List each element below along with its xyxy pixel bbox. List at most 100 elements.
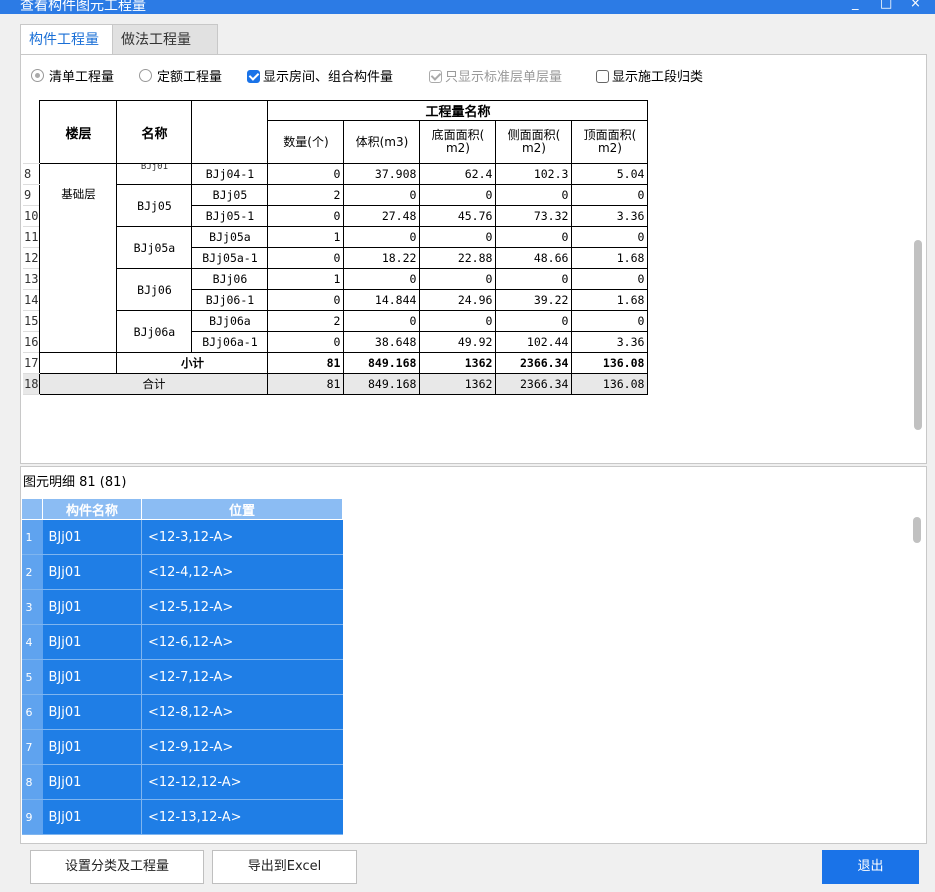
detail-cell-name[interactable]: BJj01 [42, 624, 142, 660]
detail-cell-position[interactable]: <12-7,12-A> [141, 659, 343, 695]
cell-name-partial[interactable]: BJj01 [116, 163, 193, 185]
table-row[interactable]: 8 基础层 BJj01 BJj04-1 0 37.908 62.4 102.3 … [23, 163, 649, 353]
cell-volume[interactable]: 14.844 [343, 289, 421, 311]
detail-cell-position[interactable]: <12-8,12-A> [141, 694, 343, 730]
cell-sub[interactable]: BJj06a [191, 310, 269, 332]
table-row[interactable]: 15 BJj06a BJj06a 2 0 0 0 0 [23, 310, 649, 353]
subtotal-volume[interactable]: 849.168 [343, 352, 421, 374]
cell-side-area[interactable]: 102.3 [495, 163, 573, 185]
cell-top-area[interactable]: 1.68 [571, 289, 649, 311]
cell-bottom-area[interactable]: 0 [419, 184, 497, 206]
cell-name[interactable]: BJj05 [116, 184, 193, 227]
cell-sub[interactable]: BJj05a-1 [191, 247, 269, 269]
cell-name[interactable]: BJj05a [116, 226, 193, 269]
detail-row[interactable]: 9 BJj01 <12-13,12-A> [21, 799, 343, 835]
table-row[interactable]: 11 BJj05a BJj05a 1 0 0 0 0 [23, 226, 649, 269]
cell-side-area[interactable]: 0 [495, 184, 573, 206]
cell-volume[interactable]: 0 [343, 184, 421, 206]
detail-row[interactable]: 2 BJj01 <12-4,12-A> [21, 554, 343, 590]
cell-count[interactable]: 0 [267, 331, 345, 353]
cell-name[interactable]: BJj06a [116, 310, 193, 353]
cell-count[interactable]: 1 [267, 268, 345, 290]
cell-side-area[interactable]: 39.22 [495, 289, 573, 311]
export-excel-button[interactable]: 导出到Excel [212, 850, 357, 884]
cell-count[interactable]: 0 [267, 205, 345, 227]
cell-top-area[interactable]: 1.68 [571, 247, 649, 269]
cell-bottom-area[interactable]: 49.92 [419, 331, 497, 353]
detail-cell-position[interactable]: <12-5,12-A> [141, 589, 343, 625]
cell-top-area[interactable]: 5.04 [571, 163, 649, 185]
cell-count[interactable]: 2 [267, 310, 345, 332]
table-row[interactable]: 13 BJj06 BJj06 1 0 0 0 0 [23, 268, 649, 311]
radio-indicator[interactable] [31, 69, 44, 82]
cell-side-area[interactable]: 0 [495, 310, 573, 332]
cell-volume[interactable]: 27.48 [343, 205, 421, 227]
detail-cell-position[interactable]: <12-3,12-A> [141, 519, 343, 555]
detail-cell-position[interactable]: <12-12,12-A> [141, 764, 343, 800]
detail-row[interactable]: 5 BJj01 <12-7,12-A> [21, 659, 343, 695]
cell-side-area[interactable]: 48.66 [495, 247, 573, 269]
cell-volume[interactable]: 0 [343, 310, 421, 332]
cell-top-area[interactable]: 0 [571, 226, 649, 248]
total-volume[interactable]: 849.168 [343, 373, 421, 395]
cell-floor[interactable]: 基础层 [39, 163, 118, 353]
radio-qingdan[interactable]: 清单工程量 [31, 69, 114, 87]
cell-sub[interactable]: BJj05-1 [191, 205, 269, 227]
quantity-scrollbar[interactable] [914, 240, 922, 430]
cell-side-area[interactable]: 0 [495, 268, 573, 290]
total-count[interactable]: 81 [267, 373, 345, 395]
cell-volume[interactable]: 0 [343, 226, 421, 248]
cell-volume[interactable]: 18.22 [343, 247, 421, 269]
maximize-button[interactable]: □ [880, 0, 892, 11]
cell-volume[interactable]: 38.648 [343, 331, 421, 353]
detail-row[interactable]: 3 BJj01 <12-5,12-A> [21, 589, 343, 625]
cell-count[interactable]: 0 [267, 289, 345, 311]
cell-bottom-area[interactable]: 0 [419, 268, 497, 290]
minimize-button[interactable]: _ [852, 0, 859, 11]
cell-bottom-area[interactable]: 22.88 [419, 247, 497, 269]
detail-row[interactable]: 1 BJj01 <12-3,12-A> [21, 519, 343, 555]
detail-cell-position[interactable]: <12-4,12-A> [141, 554, 343, 590]
cell-bottom-area[interactable]: 0 [419, 226, 497, 248]
cell-name[interactable]: BJj06 [116, 268, 193, 311]
close-button[interactable]: × [910, 0, 921, 11]
table-row[interactable]: 9 BJj05 BJj05 2 0 0 0 0 [23, 184, 649, 227]
detail-cell-name[interactable]: BJj01 [42, 799, 142, 835]
setup-category-button[interactable]: 设置分类及工程量 [30, 850, 204, 884]
detail-cell-name[interactable]: BJj01 [42, 694, 142, 730]
radio-indicator[interactable] [139, 69, 152, 82]
cell-sub[interactable]: BJj05a [191, 226, 269, 248]
cell-count[interactable]: 0 [267, 247, 345, 269]
cell-top-area[interactable]: 0 [571, 310, 649, 332]
cell-sub[interactable]: BJj04-1 [191, 163, 269, 185]
cell-bottom-area[interactable]: 0 [419, 310, 497, 332]
exit-button[interactable]: 退出 [822, 850, 919, 884]
cell-side-area[interactable]: 102.44 [495, 331, 573, 353]
detail-row[interactable]: 8 BJj01 <12-12,12-A> [21, 764, 343, 800]
cell-count[interactable]: 2 [267, 184, 345, 206]
cell-sub[interactable]: BJj06-1 [191, 289, 269, 311]
detail-cell-name[interactable]: BJj01 [42, 519, 142, 555]
cell-volume[interactable]: 37.908 [343, 163, 421, 185]
total-side-area[interactable]: 2366.34 [495, 373, 573, 395]
checkbox-checked[interactable] [247, 70, 260, 83]
cell-top-area[interactable]: 0 [571, 184, 649, 206]
detail-row[interactable]: 4 BJj01 <12-6,12-A> [21, 624, 343, 660]
detail-cell-position[interactable]: <12-6,12-A> [141, 624, 343, 660]
cell-sub[interactable]: BJj06a-1 [191, 331, 269, 353]
subtotal-top-area[interactable]: 136.08 [571, 352, 649, 374]
subtotal-side-area[interactable]: 2366.34 [495, 352, 573, 374]
checkbox-unchecked[interactable] [596, 70, 609, 83]
subtotal-count[interactable]: 81 [267, 352, 345, 374]
checkbox-construction-stage[interactable]: 显示施工段归类 [596, 69, 703, 87]
detail-cell-position[interactable]: <12-9,12-A> [141, 729, 343, 765]
tab-component-quantity[interactable]: 构件工程量 [20, 24, 116, 55]
subtotal-bottom-area[interactable]: 1362 [419, 352, 497, 374]
cell-bottom-area[interactable]: 62.4 [419, 163, 497, 185]
cell-top-area[interactable]: 3.36 [571, 331, 649, 353]
detail-cell-name[interactable]: BJj01 [42, 729, 142, 765]
checkbox-show-room[interactable]: 显示房间、组合构件量 [247, 69, 393, 87]
subtotal-row[interactable]: 17 小计 81 849.168 1362 2366.34 136.08 [23, 352, 649, 374]
detail-cell-name[interactable]: BJj01 [42, 589, 142, 625]
total-row[interactable]: 18 合计 81 849.168 1362 2366.34 136.08 [23, 373, 649, 395]
